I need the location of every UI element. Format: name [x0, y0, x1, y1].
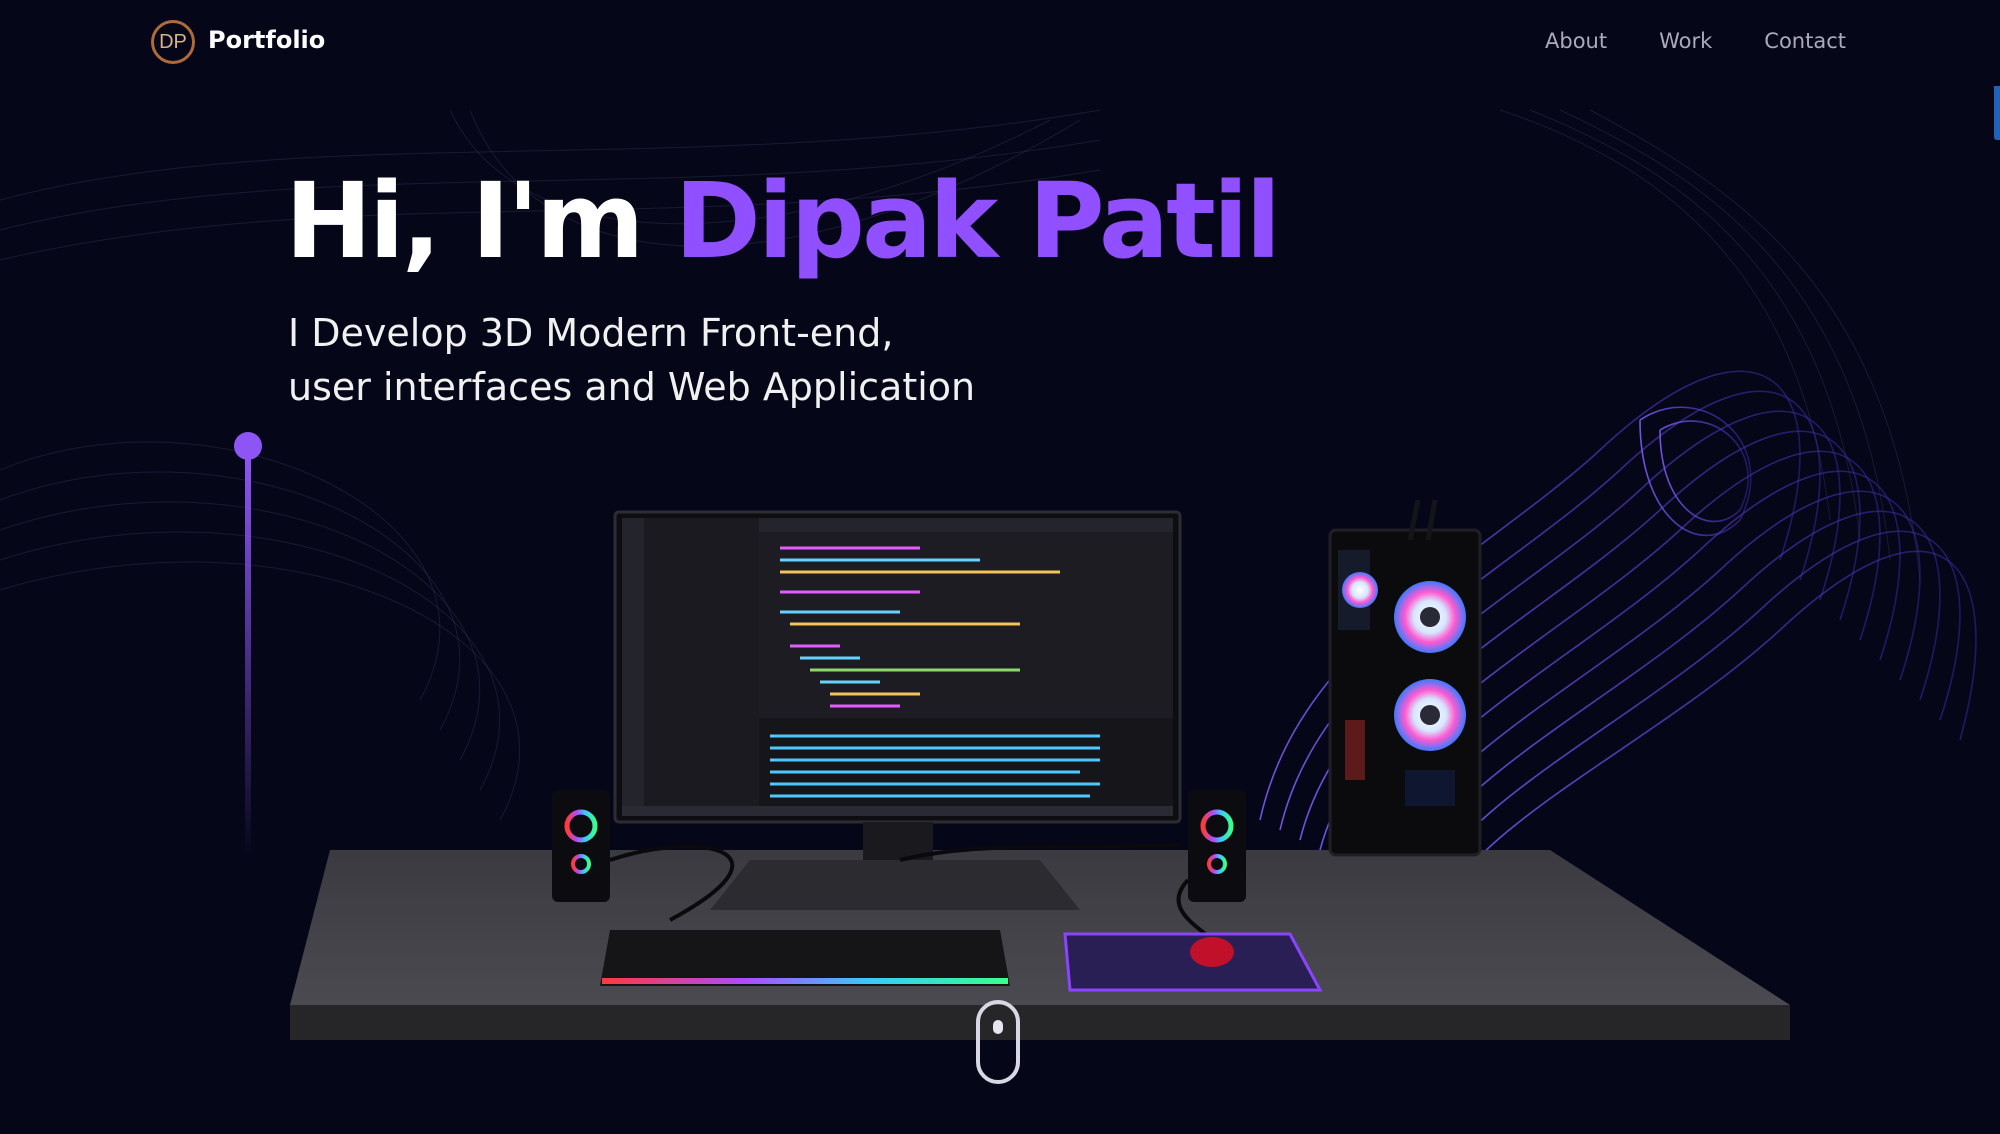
editor-activity-bar [622, 518, 644, 816]
side-scroll-tab[interactable] [1994, 78, 2000, 140]
nav-link-work[interactable]: Work [1659, 29, 1712, 53]
hero-title: Hi, I'm Dipak Patil [285, 160, 1282, 282]
desk-setup-illustration [290, 500, 1790, 1040]
speaker-left [552, 790, 610, 902]
hero-page: DP Portfolio About Work Contact Hi, I'm … [0, 0, 2000, 1134]
speaker-right [1188, 790, 1246, 902]
keyboard-rgb-strip [602, 978, 1008, 984]
editor-tabbar [759, 518, 1173, 532]
desk-front [290, 1005, 1790, 1040]
editor-terminal [759, 718, 1173, 806]
editor-sidebar [644, 518, 759, 816]
hero-subtitle-line1: I Develop 3D Modern Front-end, [288, 311, 894, 355]
logo[interactable]: DP [151, 20, 195, 64]
brand-name[interactable]: Portfolio [208, 26, 325, 54]
hero-subtitle: I Develop 3D Modern Front-end, user inte… [288, 306, 975, 414]
scroll-down-indicator[interactable] [976, 1000, 1020, 1084]
pc-tower [1328, 500, 1482, 857]
monitor-base [710, 860, 1080, 910]
scroll-dot [993, 1020, 1003, 1034]
hero-greeting: Hi, I'm [285, 160, 675, 282]
hero-name: Dipak Patil [674, 160, 1282, 282]
editor-statusbar [622, 806, 1173, 816]
keyboard [600, 930, 1010, 986]
accent-line [245, 458, 251, 858]
mousepad [1063, 932, 1323, 992]
nav-link-about[interactable]: About [1545, 29, 1607, 53]
navbar: DP Portfolio About Work Contact [0, 0, 2000, 86]
accent-dot [234, 432, 262, 460]
mouse [1190, 937, 1234, 967]
nav-link-contact[interactable]: Contact [1764, 29, 1846, 53]
nav-links: About Work Contact [1545, 29, 1846, 53]
hero-subtitle-line2: user interfaces and Web Application [288, 365, 976, 409]
